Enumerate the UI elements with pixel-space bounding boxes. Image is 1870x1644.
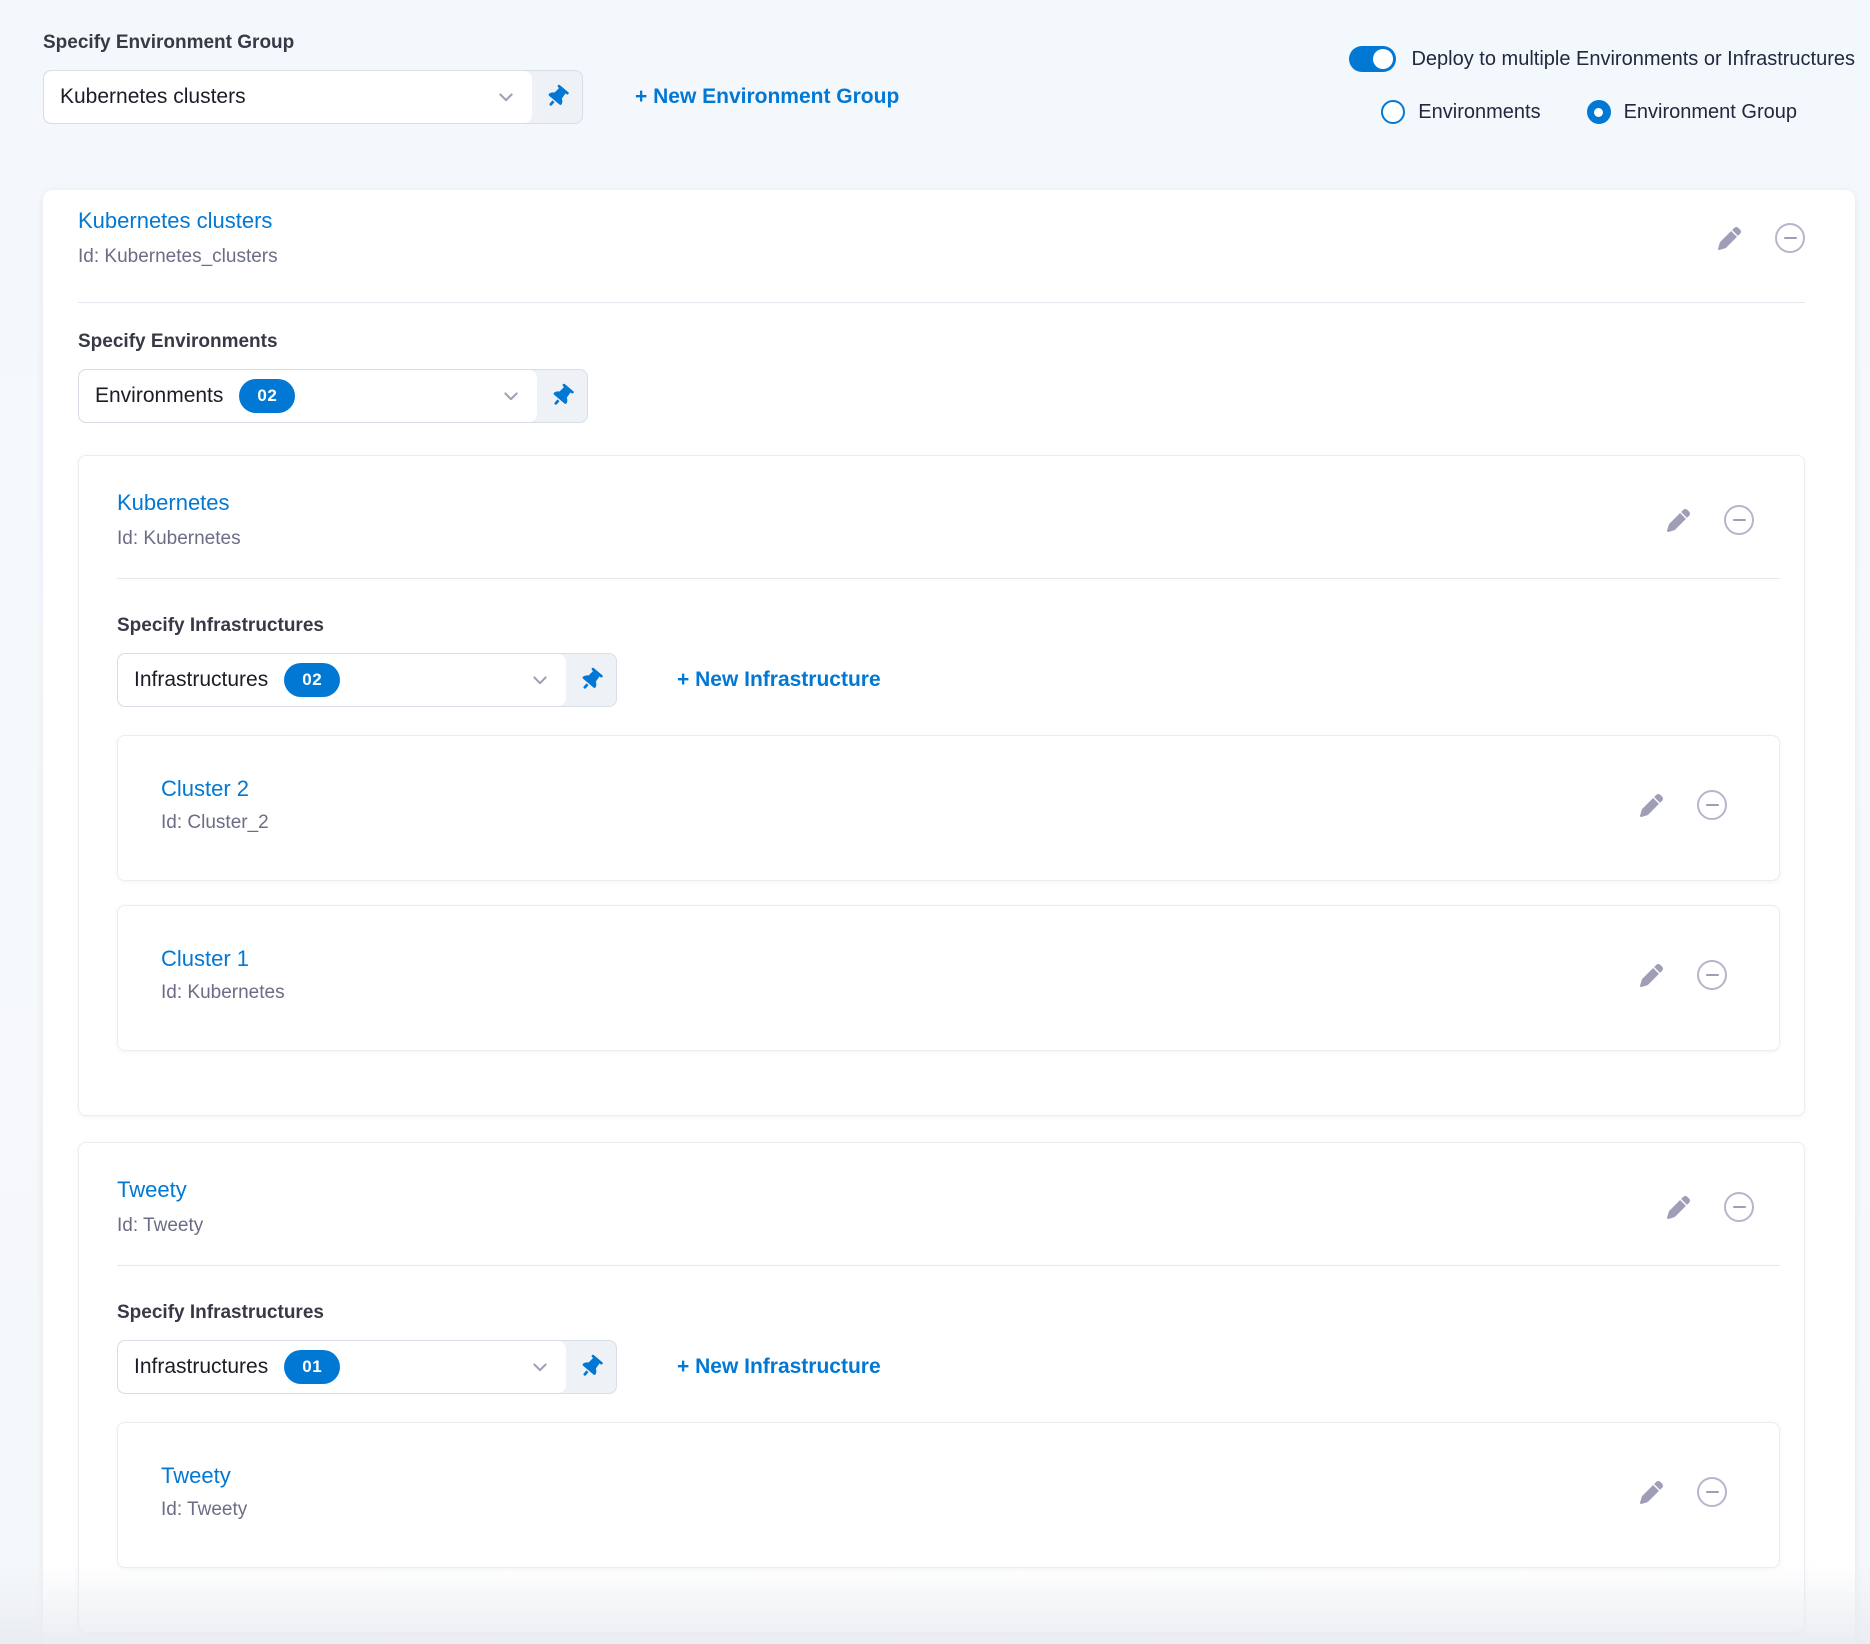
environment-group-id: Id: Kubernetes_clusters <box>78 244 278 270</box>
remove-environment-button[interactable] <box>1724 505 1754 535</box>
chevron-down-icon <box>487 386 521 406</box>
infrastructure-id: Id: Cluster_2 <box>161 810 269 836</box>
remove-environment-group-button[interactable] <box>1775 223 1805 253</box>
infrastructure-card-tweety: Tweety Id: Tweety <box>117 1422 1780 1568</box>
edit-infrastructure-button[interactable] <box>1640 794 1663 817</box>
environment-card-tweety: Tweety Id: Tweety Specify Infrastructure… <box>78 1142 1805 1633</box>
environment-group-select[interactable]: Kubernetes clusters <box>43 70 583 124</box>
infrastructure-info: Cluster 1 Id: Kubernetes <box>161 944 285 1006</box>
minus-circle-icon <box>1697 790 1727 820</box>
pencil-icon <box>1667 509 1690 532</box>
multi-env-toggle[interactable] <box>1349 46 1396 72</box>
new-infrastructure-link[interactable]: + New Infrastructure <box>677 668 881 692</box>
deploy-options: Deploy to multiple Environments or Infra… <box>1349 46 1855 124</box>
minus-circle-icon <box>1775 223 1805 253</box>
environments-count-badge: 02 <box>239 379 295 413</box>
pencil-icon <box>1640 964 1663 987</box>
divider <box>117 578 1780 579</box>
multi-env-toggle-label: Deploy to multiple Environments or Infra… <box>1411 48 1855 71</box>
infrastructure-card-cluster-1: Cluster 1 Id: Kubernetes <box>117 905 1780 1051</box>
infrastructures-count-badge: 02 <box>284 663 340 697</box>
infrastructures-select[interactable]: Infrastructures 01 <box>117 1340 617 1394</box>
environment-group-info: Kubernetes clusters Id: Kubernetes_clust… <box>78 206 278 270</box>
pencil-icon <box>1667 1196 1690 1219</box>
remove-environment-button[interactable] <box>1724 1192 1754 1222</box>
environment-group-card: Kubernetes clusters Id: Kubernetes_clust… <box>43 190 1855 1644</box>
edit-environment-button[interactable] <box>1667 1196 1690 1219</box>
environment-id: Id: Tweety <box>117 1213 203 1239</box>
divider <box>78 302 1805 303</box>
infrastructure-id: Id: Kubernetes <box>161 980 285 1006</box>
environment-group-selector: Specify Environment Group Kubernetes clu… <box>43 32 899 124</box>
topbar: Specify Environment Group Kubernetes clu… <box>0 0 1870 124</box>
environments-select-value: Environments <box>95 384 223 408</box>
environment-id: Id: Kubernetes <box>117 526 241 552</box>
pin-button[interactable] <box>566 654 616 706</box>
infrastructure-title[interactable]: Cluster 1 <box>161 944 285 974</box>
minus-circle-icon <box>1724 505 1754 535</box>
pencil-icon <box>1640 794 1663 817</box>
infrastructures-select-main[interactable]: Infrastructures 02 <box>118 654 566 706</box>
pin-icon <box>576 665 607 696</box>
chevron-down-icon <box>516 1357 550 1377</box>
environment-group-title[interactable]: Kubernetes clusters <box>78 206 278 236</box>
environment-title[interactable]: Kubernetes <box>117 488 241 518</box>
specify-infrastructures-label: Specify Infrastructures <box>117 615 1780 637</box>
edit-infrastructure-button[interactable] <box>1640 964 1663 987</box>
deploy-environments-page: Specify Environment Group Kubernetes clu… <box>0 0 1870 1644</box>
chevron-down-icon <box>482 87 516 107</box>
new-environment-group-link[interactable]: + New Environment Group <box>635 85 899 109</box>
radio-environment-group-label: Environment Group <box>1624 101 1797 124</box>
infrastructure-info: Tweety Id: Tweety <box>161 1461 247 1523</box>
target-type-radio-group: Environments Environment Group <box>1381 100 1797 124</box>
pin-icon <box>576 1352 607 1383</box>
infrastructures-select-value: Infrastructures <box>134 1355 268 1379</box>
edit-environment-group-button[interactable] <box>1718 227 1741 250</box>
pin-button[interactable] <box>566 1341 616 1393</box>
infrastructures-count-badge: 01 <box>284 1350 340 1384</box>
radio-environment-group-circle[interactable] <box>1587 100 1611 124</box>
infrastructure-title[interactable]: Cluster 2 <box>161 774 269 804</box>
pin-button[interactable] <box>537 370 587 422</box>
infrastructure-id: Id: Tweety <box>161 1497 247 1523</box>
new-infrastructure-link[interactable]: + New Infrastructure <box>677 1355 881 1379</box>
divider <box>117 1265 1780 1266</box>
environment-title[interactable]: Tweety <box>117 1175 203 1205</box>
remove-infrastructure-button[interactable] <box>1697 790 1727 820</box>
environment-card-kubernetes: Kubernetes Id: Kubernetes Specify Infras… <box>78 455 1805 1116</box>
minus-circle-icon <box>1724 1192 1754 1222</box>
infrastructures-select[interactable]: Infrastructures 02 <box>117 653 617 707</box>
infrastructure-card-cluster-2: Cluster 2 Id: Cluster_2 <box>117 735 1780 881</box>
infrastructure-title[interactable]: Tweety <box>161 1461 247 1491</box>
pin-icon <box>542 82 573 113</box>
radio-environments-label: Environments <box>1418 101 1540 124</box>
minus-circle-icon <box>1697 1477 1727 1507</box>
edit-infrastructure-button[interactable] <box>1640 1481 1663 1504</box>
pin-icon <box>547 381 578 412</box>
pin-button[interactable] <box>532 71 582 123</box>
specify-infrastructures-label: Specify Infrastructures <box>117 1302 1780 1324</box>
minus-circle-icon <box>1697 960 1727 990</box>
environments-select-main[interactable]: Environments 02 <box>79 370 537 422</box>
environment-info: Kubernetes Id: Kubernetes <box>117 488 241 552</box>
remove-infrastructure-button[interactable] <box>1697 960 1727 990</box>
environment-group-select-value: Kubernetes clusters <box>60 85 246 109</box>
environments-select[interactable]: Environments 02 <box>78 369 588 423</box>
specify-environments-label: Specify Environments <box>78 331 1805 353</box>
infrastructure-info: Cluster 2 Id: Cluster_2 <box>161 774 269 836</box>
edit-environment-button[interactable] <box>1667 509 1690 532</box>
environment-group-select-main[interactable]: Kubernetes clusters <box>44 71 532 123</box>
infrastructures-select-main[interactable]: Infrastructures 01 <box>118 1341 566 1393</box>
pencil-icon <box>1640 1481 1663 1504</box>
radio-environments-circle[interactable] <box>1381 100 1405 124</box>
radio-environments[interactable]: Environments <box>1381 100 1540 124</box>
infrastructures-select-value: Infrastructures <box>134 668 268 692</box>
pencil-icon <box>1718 227 1741 250</box>
chevron-down-icon <box>516 670 550 690</box>
radio-environment-group[interactable]: Environment Group <box>1587 100 1797 124</box>
environment-info: Tweety Id: Tweety <box>117 1175 203 1239</box>
toggle-knob <box>1373 49 1393 69</box>
environment-group-label: Specify Environment Group <box>43 32 899 54</box>
remove-infrastructure-button[interactable] <box>1697 1477 1727 1507</box>
